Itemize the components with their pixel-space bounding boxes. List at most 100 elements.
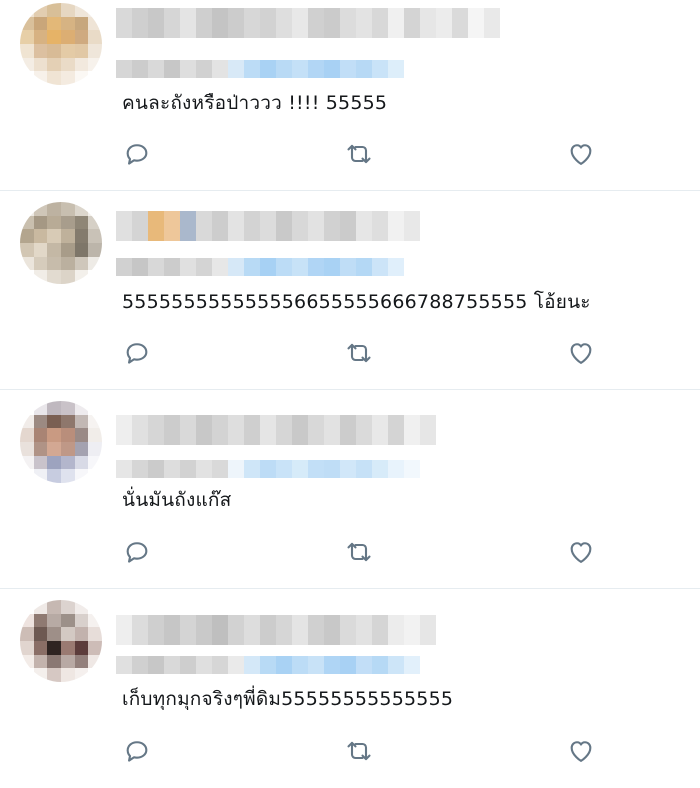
name-pixel <box>148 415 164 445</box>
like-button[interactable] <box>566 139 596 169</box>
handle-pixel <box>356 60 372 78</box>
avatar-pixel <box>88 44 102 58</box>
avatar-pixel <box>88 57 102 72</box>
retweet-button[interactable] <box>344 338 374 368</box>
reply-text: 555555555555556655555666788755555 โอ้ยนะ <box>122 291 591 313</box>
avatar[interactable] <box>20 600 102 682</box>
retweet-icon <box>347 343 371 363</box>
handle-pixel <box>164 460 180 478</box>
name-pixel <box>420 415 436 445</box>
handle-pixel <box>260 656 276 674</box>
avatar[interactable] <box>20 202 102 284</box>
avatar-pixel <box>74 428 89 442</box>
name-pixel <box>420 211 436 241</box>
avatar-pixel <box>47 641 61 655</box>
retweet-button[interactable] <box>344 139 374 169</box>
avatar-pixel <box>88 455 102 470</box>
like-button[interactable] <box>566 338 596 368</box>
handle-pixel <box>132 460 148 478</box>
avatar-pixel <box>20 57 34 72</box>
name-pixel <box>484 8 500 38</box>
reply-icon <box>126 343 148 364</box>
avatar-pixel <box>88 654 102 669</box>
handle-pixel <box>324 656 340 674</box>
avatar-pixel <box>61 243 75 257</box>
avatar-pixel <box>61 30 75 44</box>
name-pixel <box>308 8 324 38</box>
reply-text: เก็บทุกมุกจริงๆพี่ดิม55555555555555 <box>122 688 454 710</box>
avatar-pixel <box>74 654 89 669</box>
retweet-icon <box>347 144 371 164</box>
name-pixel <box>324 8 340 38</box>
avatar-pixel <box>88 229 102 243</box>
name-pixel <box>116 615 132 645</box>
name-pixel <box>436 8 452 38</box>
avatar-pixel <box>33 243 48 257</box>
name-pixel <box>260 8 276 38</box>
avatar-pixel <box>74 30 89 44</box>
reply-button[interactable] <box>122 139 152 169</box>
retweet-button[interactable] <box>344 736 374 766</box>
retweet-button[interactable] <box>344 537 374 567</box>
handle-pixel <box>180 460 196 478</box>
avatar-pixel <box>88 16 102 31</box>
handle-pixel <box>356 656 372 674</box>
handle-pixel <box>148 656 164 674</box>
avatar-pixel <box>47 202 61 216</box>
avatar-pixel <box>74 641 89 655</box>
name-pixel <box>404 211 420 241</box>
handle-pixel <box>340 60 356 78</box>
avatar-pixel <box>47 30 61 44</box>
reply-button[interactable] <box>122 736 152 766</box>
avatar-pixel <box>20 600 34 614</box>
avatar-pixel <box>20 71 34 85</box>
avatar-pixel <box>20 243 34 257</box>
avatar-pixel <box>20 641 34 655</box>
reply-button[interactable] <box>122 338 152 368</box>
like-button[interactable] <box>566 736 596 766</box>
avatar-pixel <box>61 469 75 483</box>
name-pixel <box>404 615 420 645</box>
avatar[interactable] <box>20 3 102 85</box>
handle-pixel <box>340 460 356 478</box>
avatar-pixel <box>20 455 34 470</box>
avatar-pixel <box>61 442 75 456</box>
name-pixel <box>260 415 276 445</box>
avatar-pixel <box>33 256 48 271</box>
avatar-pixel <box>33 202 48 216</box>
like-button[interactable] <box>566 537 596 567</box>
name-pixel <box>196 211 212 241</box>
retweet-icon <box>347 741 371 761</box>
avatar-pixel <box>20 469 34 483</box>
avatar-pixel <box>47 627 61 641</box>
reply-button[interactable] <box>122 537 152 567</box>
name-pixel <box>244 415 260 445</box>
avatar-pixel <box>47 455 61 470</box>
name-pixel <box>212 615 228 645</box>
avatar-pixel <box>47 3 61 17</box>
avatar[interactable] <box>20 401 102 483</box>
avatar-pixel <box>47 71 61 85</box>
avatar-pixel <box>74 215 89 230</box>
handle-pixel <box>308 656 324 674</box>
name-pixel <box>164 8 180 38</box>
name-pixel <box>260 211 276 241</box>
name-pixel <box>356 415 372 445</box>
avatar-pixel <box>74 613 89 628</box>
avatar-pixel <box>20 613 34 628</box>
avatar-pixel <box>33 3 48 17</box>
avatar-pixel <box>20 215 34 230</box>
avatar-pixel <box>20 229 34 243</box>
handle-pixel <box>388 258 404 276</box>
name-pixel <box>180 415 196 445</box>
handle-pixel <box>228 460 244 478</box>
avatar-pixel <box>61 256 75 271</box>
name-pixel <box>148 615 164 645</box>
avatar-pixel <box>61 16 75 31</box>
handle-pixel <box>372 460 388 478</box>
handle-pixel <box>340 258 356 276</box>
name-pixel <box>212 415 228 445</box>
name-pixel <box>420 615 436 645</box>
avatar-pixel <box>20 428 34 442</box>
avatar-pixel <box>88 3 102 17</box>
